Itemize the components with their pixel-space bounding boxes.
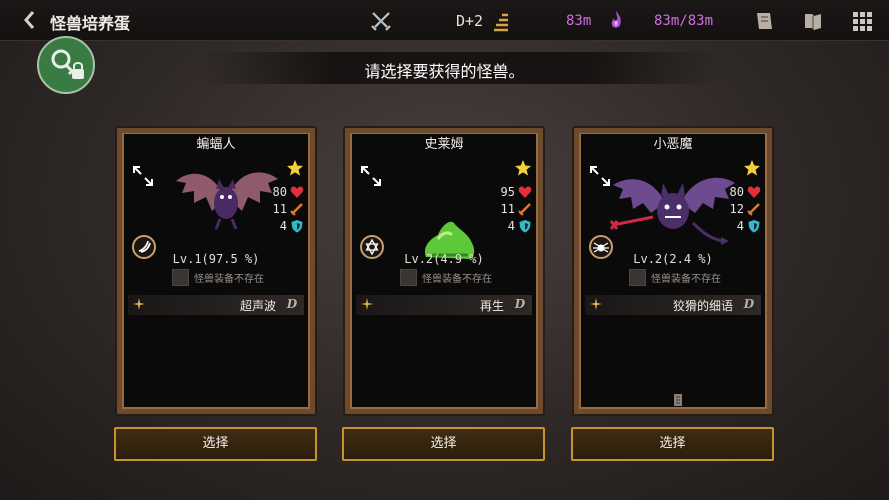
level-text: Lv.2(4.9 %)	[404, 252, 484, 266]
level-text: Lv.2(2.4 %)	[633, 252, 713, 266]
attack-value: 11	[500, 202, 515, 216]
select-button-bat[interactable]: 选择	[114, 427, 317, 461]
sword-icon	[747, 203, 760, 216]
book-icon[interactable]	[802, 10, 824, 32]
shield-icon	[748, 220, 760, 233]
equipment-row: 怪兽装备不存在	[629, 268, 721, 286]
sparkle-icon	[361, 298, 373, 310]
equipment-row: 怪兽装备不存在	[400, 268, 492, 286]
star-icon	[287, 160, 303, 176]
skill-name: 再生	[479, 299, 504, 313]
scroll-icon	[674, 394, 682, 406]
grid-menu-icon[interactable]	[851, 10, 873, 32]
monster-name: 蝙蝠人	[124, 134, 308, 156]
crossed-swords-icon[interactable]	[370, 10, 392, 32]
expand-icon[interactable]	[360, 165, 382, 187]
skill-row[interactable]: 再生 D	[356, 295, 532, 315]
imp-monster-sprite	[609, 177, 735, 245]
mana-capacity: 83m/83m	[654, 13, 714, 29]
star-icon	[515, 160, 531, 176]
skill-name: 狡猾的细语	[672, 299, 733, 313]
chevron-left-icon	[24, 11, 35, 29]
star-icon	[744, 160, 760, 176]
sparkle-icon	[133, 298, 145, 310]
equipment-slot	[172, 268, 189, 286]
equipment-text: 怪兽装备不存在	[651, 273, 721, 285]
monster-name: 史莱姆	[352, 134, 536, 156]
sparkle-icon	[590, 298, 602, 310]
equipment-slot	[400, 268, 417, 286]
expand-icon[interactable]	[132, 165, 154, 187]
card-body: 史莱姆 95 11 4 Lv.2(4.9 %) 怪兽装备不存在 再生 D	[350, 133, 538, 409]
monster-name: 小恶魔	[581, 134, 765, 156]
level-text: Lv.1(97.5 %)	[172, 252, 260, 266]
grade-badge: D	[512, 297, 528, 312]
equipment-row: 怪兽装备不存在	[172, 268, 264, 286]
defense-value: 4	[507, 219, 515, 233]
card-body: 小恶魔 80 12 4 Lv.2(2.4 %) 怪兽装备不存在 狡猾的细语 D	[579, 133, 767, 409]
monster-card-slime[interactable]: 史莱姆 95 11 4 Lv.2(4.9 %) 怪兽装备不存在 再生 D	[343, 126, 545, 416]
skill-name: 超声波	[239, 299, 276, 313]
shield-icon	[519, 220, 531, 233]
heart-icon	[747, 186, 761, 198]
journal-icon[interactable]	[753, 10, 775, 32]
page-title: 怪兽培养蛋	[50, 14, 131, 33]
top-bar: 怪兽培养蛋 D+2 83m 83m/83m	[0, 0, 889, 41]
bat-monster-sprite	[176, 172, 278, 230]
stairs-icon	[494, 13, 508, 32]
sword-icon	[290, 203, 303, 216]
purple-flame-icon	[611, 11, 621, 28]
select-button-slime[interactable]: 选择	[342, 427, 545, 461]
heart-icon	[518, 186, 532, 198]
floor-level: D+2	[456, 12, 484, 30]
monster-card-imp[interactable]: 小恶魔 80 12 4 Lv.2(2.4 %) 怪兽装备不存在 狡猾的细语 D	[572, 126, 774, 416]
shield-icon	[291, 220, 303, 233]
heart-icon	[290, 186, 304, 198]
skill-row[interactable]: 狡猾的细语 D	[585, 295, 761, 315]
equipment-text: 怪兽装备不存在	[194, 273, 264, 285]
mana-value: 83m	[566, 13, 592, 29]
back-button[interactable]	[22, 9, 42, 31]
skill-row[interactable]: 超声波 D	[128, 295, 304, 315]
equipment-text: 怪兽装备不存在	[422, 273, 492, 285]
equipment-slot	[629, 268, 646, 286]
attack-stat: 11	[501, 201, 532, 217]
card-body: 蝙蝠人 80 11 4 Lv.1(97.5 %) 怪兽装备不存在 超声波 D	[122, 133, 310, 409]
grade-badge: D	[284, 297, 300, 312]
hp-stat: 95	[501, 184, 532, 200]
sword-icon	[518, 203, 531, 216]
select-button-imp[interactable]: 选择	[571, 427, 774, 461]
monster-card-bat[interactable]: 蝙蝠人 80 11 4 Lv.1(97.5 %) 怪兽装备不存在 超声波 D	[115, 126, 317, 416]
grade-badge: D	[741, 297, 757, 312]
defense-stat: 4	[280, 218, 304, 234]
prompt-text: 请选择要获得的怪兽。	[364, 62, 525, 81]
hp-value: 95	[500, 185, 515, 199]
defense-stat: 4	[508, 218, 532, 234]
